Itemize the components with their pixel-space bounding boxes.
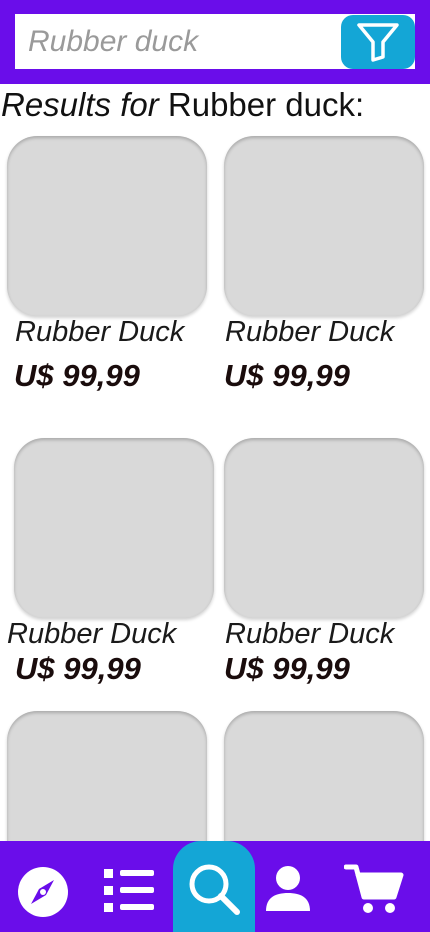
filter-funnel-icon <box>357 23 399 62</box>
list-icon <box>104 869 154 912</box>
product-price: U$ 99,99 <box>224 651 350 686</box>
compass-icon <box>18 867 68 917</box>
top-bar <box>0 0 430 84</box>
cart-icon <box>344 864 404 913</box>
product-price: U$ 99,99 <box>14 358 140 393</box>
results-prefix: Results for <box>1 86 168 123</box>
product-price: U$ 99,99 <box>15 651 141 686</box>
results-query: Rubber duck: <box>167 86 365 123</box>
filter-button[interactable] <box>341 15 415 69</box>
product-image <box>224 136 424 316</box>
nav-item-search[interactable] <box>185 861 243 917</box>
product-price: U$ 99,99 <box>224 358 350 393</box>
product-name: Rubber Duck <box>225 618 395 650</box>
bottom-nav <box>0 841 430 932</box>
nav-item-list[interactable] <box>102 867 156 915</box>
search-icon <box>189 864 240 915</box>
product-name: Rubber Duck <box>7 618 177 650</box>
product-image <box>7 136 207 316</box>
product-image <box>14 438 214 618</box>
nav-item-profile[interactable] <box>264 865 312 913</box>
nav-item-explore[interactable] <box>17 866 69 918</box>
search-input[interactable] <box>15 14 340 69</box>
profile-icon <box>266 866 310 911</box>
nav-item-cart[interactable] <box>344 863 404 917</box>
product-image <box>224 438 424 618</box>
search-box[interactable] <box>15 14 415 69</box>
product-name: Rubber Duck <box>225 316 395 348</box>
product-name: Rubber Duck <box>15 316 185 348</box>
results-heading: Results for Rubber duck: <box>1 86 364 124</box>
